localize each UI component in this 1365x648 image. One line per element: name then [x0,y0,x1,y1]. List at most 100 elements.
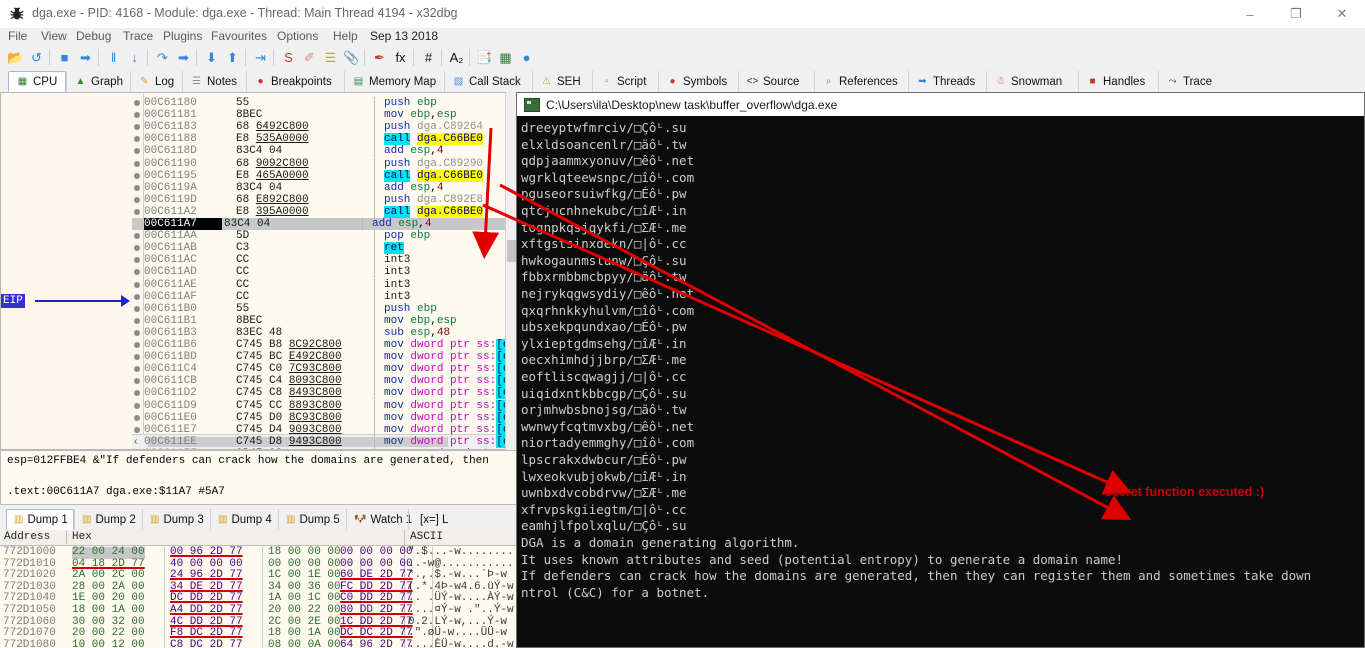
tab-log[interactable]: ✎ Log [130,71,182,92]
globe-icon[interactable]: ● [517,48,536,67]
tab-call-stack[interactable]: ▧ Call Stack [444,71,532,92]
dump-tab-dump-3[interactable]: ▥ Dump 3 [142,509,210,530]
patch-icon[interactable]: ✐ [300,48,319,67]
font-icon[interactable]: A₂ [447,48,466,67]
menu-item-favourites[interactable]: Favourites [211,29,267,43]
dump-tab-dump-5[interactable]: ▥ Dump 5 [278,509,346,530]
dump-row[interactable]: 772D1050 18 00 1A 00 A4 DD 2D 77 20 00 22 0… [0,604,518,617]
dump-row[interactable]: 772D1000 22 00 24 00 00 96 2D 77 18 00 00 0… [0,546,518,559]
breakpoint-dot[interactable] [134,426,140,433]
breakpoint-dot[interactable] [134,136,140,143]
breakpoint-dot[interactable] [134,196,140,203]
breakpoint-dot[interactable] [134,317,140,324]
skip-icon[interactable]: S [279,48,298,67]
step-down-icon[interactable]: ⬇ [202,48,221,67]
tab-memory-map[interactable]: ▤ Memory Map [344,71,444,92]
scroll-left-icon[interactable]: ‹ [134,436,137,447]
breakpoint-dot[interactable] [134,233,140,240]
memory-dump-panel[interactable]: Address Hex ASCII 772D1000 22 00 24 00 00 96… [0,530,518,648]
dump-tab-dump-2[interactable]: ▥ Dump 2 [74,509,142,530]
step-into-icon[interactable]: ↓ [125,48,144,67]
tab-graph[interactable]: ▲ Graph [66,71,130,92]
menu-item-trace[interactable]: Trace [123,29,153,43]
instruction-address: 00C611B3 [144,326,197,339]
step-out-icon[interactable]: ➡ [174,48,193,67]
breakpoint-dot[interactable] [134,366,140,373]
tab-breakpoints[interactable]: ● Breakpoints [246,71,344,92]
disassembly-panel[interactable]: EIP ‹ 00C61180 55 push ebp 00C61181 8BEC mov … [0,92,518,450]
breakpoint-dot[interactable] [134,414,140,421]
dump-tab-dump-1[interactable]: ▥ Dump 1 [6,509,74,530]
breakpoint-dot[interactable] [134,245,140,252]
tab-seh[interactable]: ⚠ SEH [532,71,592,92]
attach-icon[interactable]: 📑 [475,48,494,67]
minimize-button[interactable]: – [1227,0,1273,28]
tab-source[interactable]: <> Source [738,71,814,92]
breakpoint-dot[interactable] [134,305,140,312]
stop-icon[interactable]: ■ [55,48,74,67]
breakpoint-dot[interactable] [134,100,140,106]
dump-header-address[interactable]: Address [4,530,50,545]
tab-symbols[interactable]: ● Symbols [658,71,738,92]
dump-row[interactable]: 772D1080 10 00 12 00 C8 DC 2D 77 08 00 0A 0… [0,639,518,648]
function-icon[interactable]: fx [391,48,410,67]
breakpoint-dot[interactable] [134,342,140,348]
dump-header-hex[interactable]: Hex [72,530,92,545]
breakpoint-dot[interactable] [134,184,140,191]
breakpoint-dot[interactable] [134,148,140,155]
restart-icon[interactable]: ↺ [27,48,46,67]
close-button[interactable]: ✕ [1319,0,1365,28]
hash-icon[interactable]: # [419,48,438,67]
dump-header-ascii[interactable]: ASCII [410,530,443,545]
run-icon[interactable]: ➡ [76,48,95,67]
notes-icon[interactable]: 📎 [342,48,361,67]
tab-threads[interactable]: ➡ Threads [908,71,986,92]
breakpoint-dot[interactable] [134,124,140,131]
console-window[interactable]: C:\Users\ila\Desktop\new task\buffer_ove… [516,92,1365,648]
run-to-user-icon[interactable]: ⇥ [251,48,270,67]
breakpoint-column[interactable] [131,93,144,449]
breakpoint-dot[interactable] [134,354,140,361]
column-separator [374,399,375,412]
menu-item-view[interactable]: View [41,29,67,43]
disassembly-row[interactable]: 00C611A7 83C4 04 add esp,4 [132,218,517,230]
open-icon[interactable]: 📂 [6,48,25,67]
step-over-icon[interactable]: ↷ [153,48,172,67]
dump-row[interactable]: 772D1020 2A 00 2C 00 24 96 2D 77 1C 00 1E 0… [0,570,518,582]
breakpoint-dot[interactable] [134,281,140,288]
breakpoint-dot[interactable] [134,378,140,385]
maximize-button[interactable]: ❐ [1273,0,1319,28]
menu-item-file[interactable]: File [8,29,27,43]
menu-item-plugins[interactable]: Plugins [163,29,202,43]
breakpoint-dot[interactable] [134,257,140,264]
breakpoint-dot[interactable] [134,390,140,397]
breakpoint-dot[interactable] [134,112,140,119]
breakpoint-dot[interactable] [134,160,140,167]
menu-item-options[interactable]: Options [277,29,318,43]
tab-handles[interactable]: ■ Handles [1078,71,1158,92]
breakpoint-dot[interactable] [134,172,140,179]
calculator-icon[interactable]: ▦ [496,48,515,67]
dump-tab-watch-1[interactable]: 🐶 Watch 1 [346,509,412,530]
breakpoint-dot[interactable] [134,329,140,336]
dump-row[interactable]: 772D1070 20 00 22 00 F8 DC 2D 77 18 00 1A 0… [0,628,518,640]
tab-script[interactable]: ▫ Script [592,71,658,92]
breakpoint-dot[interactable] [134,208,140,215]
breakpoint-icon[interactable]: ✒ [370,48,389,67]
menu-item-debug[interactable]: Debug [76,29,111,43]
dump-tab-x-l[interactable]: [x=] L [408,509,448,530]
run-to-icon[interactable]: ⬆ [223,48,242,67]
menu-item-help[interactable]: Help [333,29,358,43]
dump-tab-dump-4[interactable]: ▥ Dump 4 [210,509,278,530]
menu-item-sep-13-2018[interactable]: Sep 13 2018 [370,29,438,43]
tab-references[interactable]: ⌕ References [814,71,908,92]
tab-snowman[interactable]: ☃ Snowman [986,71,1078,92]
breakpoint-dot[interactable] [134,402,140,409]
pause-icon[interactable]: ‖ [104,48,123,67]
tab-notes[interactable]: ☰ Notes [182,71,246,92]
tab-cpu[interactable]: ▦ CPU [8,71,66,92]
breakpoint-dot[interactable] [134,293,140,300]
log-icon[interactable]: ☰ [321,48,340,67]
tab-trace[interactable]: ⤳ Trace [1158,71,1224,92]
breakpoint-dot[interactable] [134,269,140,276]
